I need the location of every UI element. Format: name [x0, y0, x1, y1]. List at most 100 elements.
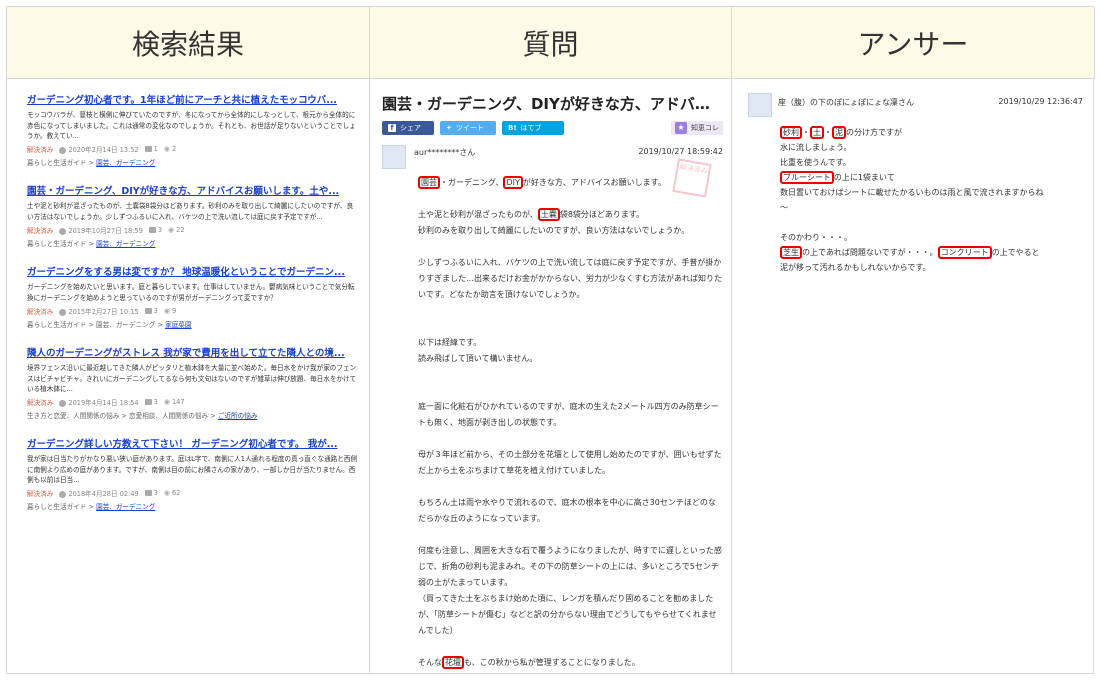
question-author: aur********さん 2019/10/27 18:59:42: [382, 145, 723, 169]
result-snippet: ガーデニングを始めたいと思います。庭と暮らしています。仕事はしていません。鬱病気…: [27, 283, 355, 302]
status-badge: 解決済み: [27, 227, 54, 235]
result-meta: 解決済み 2018年4月28日 02:49 3 ◉ 62: [27, 488, 359, 498]
highlight-kadan: 花壇: [442, 656, 464, 669]
status-badge: 解決済み: [27, 399, 54, 407]
paragraph: 母が３年ほど前から、その土部分を花壇として使用し始めたのですが、囲いもせずただ上…: [418, 450, 722, 475]
post-date: 2019/10/29 12:36:47: [998, 97, 1083, 106]
header-answer: アンサー: [732, 7, 1095, 79]
comparison-table: 検索結果 質問 アンサー ガーデニング初心者です。1年ほど前にアーチと共に植えた…: [6, 6, 1095, 674]
answer-body: 砂利・土・泥の分け方ですが 水に流しましょう。 比重を使うんです。 ブルーシート…: [780, 126, 1044, 272]
paragraph: （買ってきた土をぶちまけ始めた頃に、レンガを積んだり固めることを勧めましたが、「…: [418, 594, 717, 635]
results-column: ガーデニング初心者です。1年ほど前にアーチと共に植えたモッコウバ... モッコウ…: [7, 79, 370, 673]
status-badge: 解決済み: [27, 490, 54, 498]
avatar[interactable]: [382, 145, 406, 169]
paragraph: 以下は経緯です。: [418, 338, 482, 347]
answer-count: 3: [144, 307, 158, 315]
author-name[interactable]: aur********さん: [414, 147, 475, 158]
twitter-share-button[interactable]: ✦ ツイート: [440, 121, 496, 135]
highlight-concrete: コンクリート: [937, 246, 992, 259]
list-item: ガーデニングをする男は変ですか？ 地球温暖化ということでガーデニン... ガーデ…: [27, 266, 359, 329]
answer-count: 3: [144, 398, 158, 406]
result-meta: 解決済み 2019年4月14日 18:54 3 ◉ 147: [27, 397, 359, 407]
clock-icon: [59, 146, 67, 154]
category-link[interactable]: ご近所の悩み: [218, 412, 258, 420]
result-meta: 解決済み 2020年2月14日 13:52 1 ◉ 2: [27, 144, 359, 154]
author-name[interactable]: 座（腹）の下のぽにょぽにょな凜さん: [778, 97, 914, 108]
eye-icon: ◉: [163, 145, 170, 153]
twitter-icon: ✦: [446, 124, 452, 132]
list-item: ガーデニング詳しい方教えて下さい！ ガーデニング初心者です。 我が... 我が家…: [27, 438, 359, 511]
category-breadcrumb: 暮らしと生活ガイド > 園芸、ガーデニング: [27, 159, 156, 167]
question-body: 園芸 ・ガーデニング、 DIY が好きな方、アドバイスお願いします。 土や泥と砂利が混…: [418, 176, 722, 669]
paragraph: 読み飛ばして頂いて構いません。: [418, 354, 538, 363]
date: 2020年2月14日 13:52: [59, 144, 139, 154]
comment-icon: [144, 146, 152, 152]
answer-author: 座（腹）の下のぽにょぽにょな凜さん 2019/10/29 12:36:47: [748, 93, 1083, 117]
result-title-link[interactable]: ガーデニングをする男は変ですか？ 地球温暖化ということでガーデニン...: [27, 266, 359, 279]
highlight-tsuchi: 土: [810, 126, 824, 139]
status-badge: 解決済み: [27, 146, 54, 154]
hatena-bookmark-button[interactable]: B! はてブ: [502, 121, 564, 135]
result-meta: 解決済み 2019年10月27日 18:59 3 ◉ 22: [27, 225, 359, 235]
view-count: ◉ 9: [163, 307, 177, 315]
comment-icon: [144, 399, 152, 405]
clock-icon: [59, 399, 67, 407]
share-bar: f シェア ✦ ツイート B! はてブ ★ 知恵コレ: [382, 121, 723, 135]
results-list: ガーデニング初心者です。1年ほど前にアーチと共に植えたモッコウバ... モッコウ…: [7, 79, 369, 511]
answer-column: 座（腹）の下のぽにょぽにょな凜さん 2019/10/29 12:36:47 砂利…: [732, 79, 1095, 673]
date: 2019年10月27日 18:59: [59, 225, 143, 235]
star-icon: ★: [675, 122, 687, 134]
question-title: 園芸・ガーデニング、DIYが好きな方、アドバ…: [382, 95, 710, 113]
result-snippet: 境界フェンス沿いに最近越してきた隣人がピッタリと植木鉢を大量に並べ始めた。毎日水…: [27, 364, 357, 393]
clock-icon: [59, 227, 67, 235]
result-title-link[interactable]: ガーデニング初心者です。1年ほど前にアーチと共に植えたモッコウバ...: [27, 94, 359, 107]
result-title-link[interactable]: 園芸・ガーデニング、DIYが好きな方、アドバイスお願いします。土や...: [27, 185, 359, 198]
paragraph: 少しずつふるいに入れ、バケツの上で洗い流しては庭に戻す予定ですが、手普が掛かりす…: [418, 258, 722, 299]
result-title-link[interactable]: ガーデニング詳しい方教えて下さい！ ガーデニング初心者です。 我が...: [27, 438, 359, 451]
eye-icon: ◉: [168, 226, 175, 234]
clock-icon: [59, 490, 67, 498]
list-item: 園芸・ガーデニング、DIYが好きな方、アドバイスお願いします。土や... 土や泥…: [27, 185, 359, 248]
category-breadcrumb: 生き方と恋愛、人間関係の悩み > 恋愛相談、人間関係の悩み > ご近所の悩み: [27, 412, 258, 420]
eye-icon: ◉: [163, 489, 170, 497]
paragraph: 何度も注意し、周囲を大きな石で覆うようになりましたが、時すでに遅しといった感じで…: [418, 546, 722, 587]
comment-icon: [148, 227, 156, 233]
question-column: 園芸・ガーデニング、DIYが好きな方、アドバ… f シェア ✦ ツイート B! はてブ…: [370, 79, 732, 673]
highlight-shibafu: 芝生: [780, 246, 802, 259]
result-snippet: 土や泥と砂利が混ざったものが、土嚢袋8袋分ほどあります。砂利のみを取り出して綺麗…: [27, 202, 354, 221]
date: 2015年2月27日 10:15: [59, 306, 139, 316]
chiebukuro-collection-button[interactable]: ★ 知恵コレ: [671, 121, 723, 135]
facebook-icon: f: [388, 124, 396, 132]
category-link[interactable]: 園芸、ガーデニング: [96, 240, 155, 248]
avatar[interactable]: [748, 93, 772, 117]
category-link[interactable]: 園芸、ガーデニング: [96, 503, 155, 511]
answer-count: 3: [148, 226, 162, 234]
answer-count: 1: [144, 145, 158, 153]
view-count: ◉ 147: [163, 398, 185, 406]
facebook-share-button[interactable]: f シェア: [382, 121, 434, 135]
view-count: ◉ 22: [168, 226, 185, 234]
view-count: ◉ 2: [163, 145, 177, 153]
list-item: ガーデニング初心者です。1年ほど前にアーチと共に植えたモッコウバ... モッコウ…: [27, 94, 359, 167]
result-title-link[interactable]: 隣人のガーデニングがストレス 我が家で費用を出して立てた隣人との境...: [27, 347, 359, 360]
highlight-blue-sheet: ブルーシート: [780, 171, 834, 184]
list-item: 隣人のガーデニングがストレス 我が家で費用を出して立てた隣人との境... 境界フ…: [27, 347, 359, 420]
category-link[interactable]: 園芸、ガーデニング: [96, 159, 155, 167]
result-snippet: モッコウバラが、蔓枝と横側に伸びていたのですが、冬になってから全体的にしなっとし…: [27, 111, 356, 140]
category-breadcrumb: 暮らしと生活ガイド > 園芸、ガーデニング: [27, 240, 156, 248]
paragraph: もちろん土は雨や水やりで流れるので、庭木の根本を中心に高さ30センチほどのなだら…: [418, 498, 716, 523]
header-results: 検索結果: [7, 7, 370, 79]
comment-icon: [144, 308, 152, 314]
clock-icon: [59, 308, 67, 316]
status-badge: 解決済み: [27, 308, 54, 316]
highlight-diy: DIY: [503, 176, 523, 189]
eye-icon: ◉: [163, 307, 170, 315]
header-question: 質問: [370, 7, 732, 79]
date: 2019年4月14日 18:54: [59, 397, 139, 407]
date: 2018年4月28日 02:49: [59, 488, 139, 498]
paragraph: 庭一面に化粧石がひかれているのですが、庭木の生えた2メートル四方のみ防草シートも…: [418, 402, 719, 427]
category-link[interactable]: 家庭菜園: [165, 321, 191, 329]
eye-icon: ◉: [163, 398, 170, 406]
category-breadcrumb: 暮らしと生活ガイド > 園芸、ガーデニング: [27, 503, 156, 511]
highlight-doro: 泥: [832, 126, 846, 139]
